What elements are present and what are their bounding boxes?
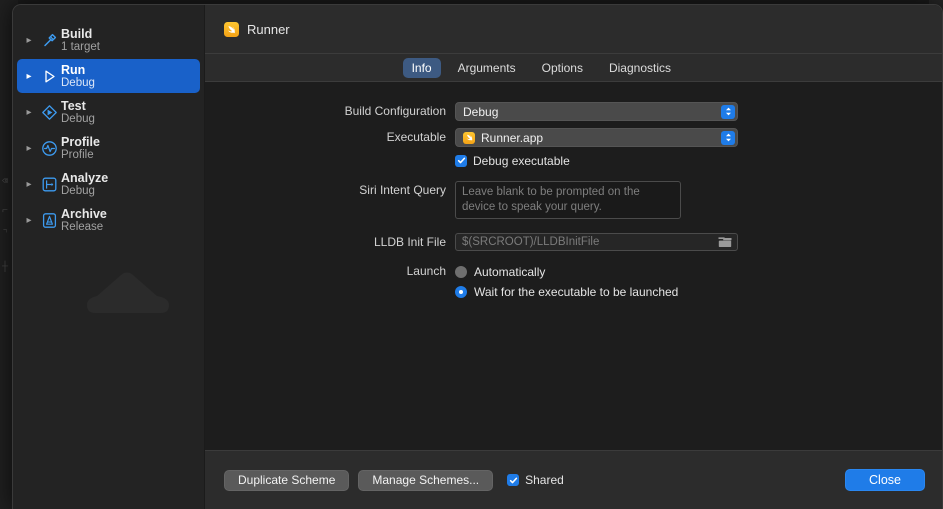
sidebar-item-title: Test — [61, 98, 86, 113]
executable-select[interactable]: Runner.app — [455, 128, 738, 147]
analyze-icon — [37, 176, 61, 193]
archive-icon — [37, 212, 61, 229]
tab-arguments[interactable]: Arguments — [449, 58, 525, 78]
launch-option-wait-for-executable[interactable]: Wait for the executable to be launched — [455, 282, 942, 302]
sidebar-item-archive[interactable]: ▸ Archive Release — [17, 203, 200, 237]
tab-info[interactable]: Info — [402, 57, 441, 78]
tab-diagnostics[interactable]: Diagnostics — [600, 58, 680, 78]
manage-schemes-button[interactable]: Manage Schemes... — [358, 469, 494, 491]
lldb-init-file-placeholder: $(SRCROOT)/LLDBInitFile — [462, 236, 600, 248]
swift-app-icon — [224, 21, 239, 37]
swift-app-icon — [463, 131, 475, 144]
sidebar-item-subtitle: Debug — [61, 76, 95, 89]
siri-intent-query-input[interactable]: Leave blank to be prompted on the device… — [455, 181, 681, 219]
detail-tabbar: Info Arguments Options Diagnostics — [205, 54, 942, 82]
duplicate-scheme-button[interactable]: Duplicate Scheme — [224, 469, 350, 491]
lldb-init-file-input[interactable]: $(SRCROOT)/LLDBInitFile — [455, 233, 738, 251]
background-gutter-glyph: ⌐ — [2, 206, 9, 217]
launch-label: Launch — [406, 264, 446, 278]
sidebar-watermark — [71, 267, 189, 321]
shared-checkbox[interactable]: Shared — [507, 473, 564, 487]
debug-executable-checkbox[interactable]: Debug executable — [455, 152, 942, 169]
sidebar-item-subtitle: Profile — [61, 148, 94, 161]
radio-selected-icon — [455, 286, 467, 298]
sidebar-item-subtitle: Release — [61, 220, 104, 233]
scheme-editor-sheet: ▸ Build 1 target ▸ Run Debug ▸ Test Debu… — [12, 4, 943, 509]
launch-option-label: Automatically — [474, 265, 546, 279]
sidebar-item-title: Analyze — [61, 170, 109, 185]
tab-options[interactable]: Options — [533, 58, 592, 78]
sidebar-item-build[interactable]: ▸ Build 1 target — [17, 23, 200, 57]
build-configuration-value: Debug — [463, 104, 499, 119]
scheme-detail-pane: Runner Info Arguments Options Diagnostic… — [205, 5, 942, 509]
chevron-right-icon[interactable]: ▸ — [21, 215, 37, 226]
sidebar-item-title: Run — [61, 62, 86, 77]
launch-option-automatically[interactable]: Automatically — [455, 262, 942, 282]
folder-icon[interactable] — [718, 236, 732, 252]
pulse-icon — [37, 140, 61, 157]
executable-row: Executable Runner.app — [205, 128, 942, 147]
debug-executable-label: Debug executable — [473, 153, 570, 168]
build-configuration-label: Build Configuration — [344, 104, 446, 118]
chevron-updown-icon[interactable] — [721, 130, 735, 145]
lldb-init-file-row: LLDB Init File $(SRCROOT)/LLDBInitFile — [205, 233, 942, 252]
sidebar-item-title: Profile — [61, 134, 100, 149]
launch-option-label: Wait for the executable to be launched — [474, 285, 679, 299]
executable-label: Executable — [386, 130, 446, 144]
chevron-right-icon[interactable]: ▸ — [21, 143, 37, 154]
sidebar-item-title: Archive — [61, 206, 107, 221]
siri-intent-query-row: Siri Intent Query Leave blank to be prom… — [205, 181, 942, 219]
play-icon — [37, 68, 61, 85]
chevron-right-icon[interactable]: ▸ — [21, 107, 37, 118]
hammer-icon — [37, 32, 61, 49]
launch-row: Launch Automatically Wait for the execut… — [205, 262, 942, 302]
scheme-actions-sidebar: ▸ Build 1 target ▸ Run Debug ▸ Test Debu… — [13, 5, 205, 509]
siri-intent-query-label: Siri Intent Query — [359, 183, 446, 197]
debug-executable-spacer — [205, 152, 455, 169]
chevron-right-icon[interactable]: ▸ — [21, 71, 37, 82]
background-gutter-glyph: ┼ — [2, 262, 9, 273]
page-title: Runner — [247, 21, 290, 37]
background-gutter-glyph: ⌫ — [2, 177, 9, 188]
build-configuration-row: Build Configuration Debug — [205, 102, 942, 121]
sheet-footer: Duplicate Scheme Manage Schemes... Share… — [205, 450, 942, 509]
sidebar-item-analyze[interactable]: ▸ Analyze Debug — [17, 167, 200, 201]
sidebar-item-subtitle: 1 target — [61, 40, 100, 53]
sidebar-item-subtitle: Debug — [61, 112, 95, 125]
sidebar-item-test[interactable]: ▸ Test Debug — [17, 95, 200, 129]
diamond-play-icon — [37, 104, 61, 121]
chevron-right-icon[interactable]: ▸ — [21, 35, 37, 46]
radio-unselected-icon — [455, 266, 467, 278]
close-button[interactable]: Close — [845, 469, 925, 491]
checkmark-icon — [507, 474, 520, 486]
shared-label: Shared — [525, 473, 564, 487]
sidebar-item-profile[interactable]: ▸ Profile Profile — [17, 131, 200, 165]
background-gutter-glyph: ⌝ — [2, 229, 9, 240]
sidebar-item-subtitle: Debug — [61, 184, 95, 197]
sidebar-item-title: Build — [61, 26, 93, 41]
chevron-right-icon[interactable]: ▸ — [21, 179, 37, 190]
build-configuration-select[interactable]: Debug — [455, 102, 738, 121]
sheet-titlebar: Runner — [205, 5, 942, 54]
lldb-init-file-label: LLDB Init File — [373, 235, 446, 249]
sidebar-item-run[interactable]: ▸ Run Debug — [17, 59, 200, 93]
debug-executable-row: Debug executable — [205, 152, 942, 169]
executable-value: Runner.app — [481, 130, 544, 145]
chevron-updown-icon[interactable] — [721, 104, 735, 119]
info-form: Build Configuration Debug Executable Run… — [205, 82, 942, 450]
checkmark-icon — [455, 154, 467, 167]
